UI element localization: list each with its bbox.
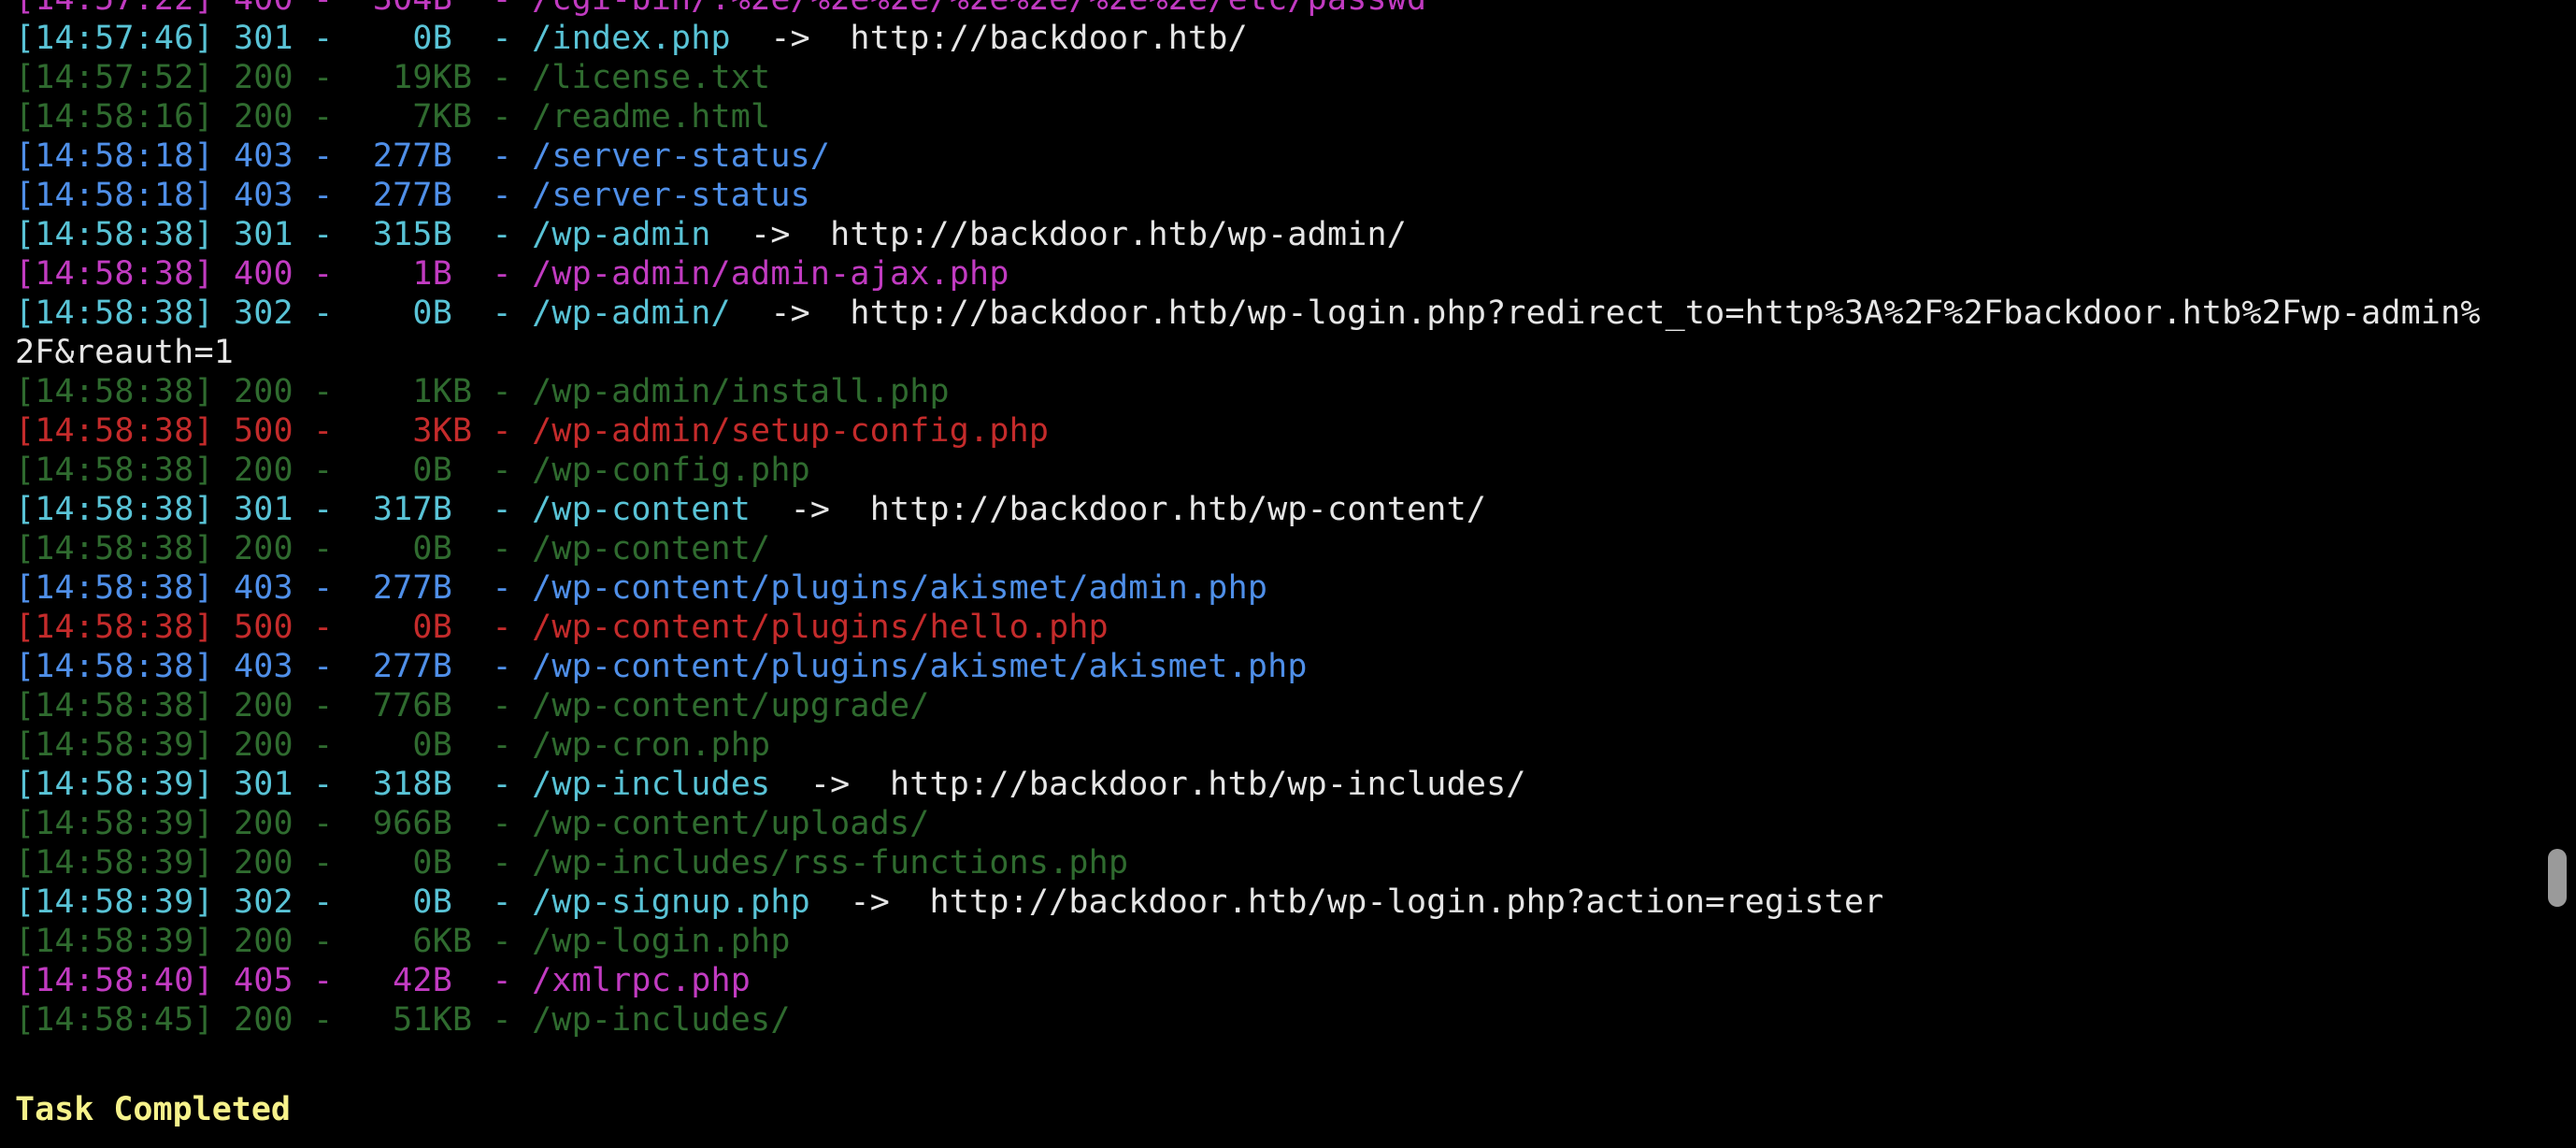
output-line-text: [14:58:45] 200 - 51KB - /wp-includes/	[15, 1001, 791, 1039]
redirect-target: -> http://backdoor.htb/wp-login.php?acti…	[809, 883, 1884, 921]
output-line: [14:58:38] 200 - 0B - /wp-content/	[15, 529, 2481, 568]
output-line-text: [14:58:39] 301 - 318B - /wp-includes	[15, 766, 771, 803]
output-line-text: [14:58:16] 200 - 7KB - /readme.html	[15, 98, 771, 136]
output-line: [14:57:22] 400 - 304B - /cgi-bin/.%2e/%2…	[15, 0, 2481, 19]
redirect-target: -> http://backdoor.htb/wp-content/	[751, 491, 1487, 528]
output-line: [14:58:40] 405 - 42B - /xmlrpc.php	[15, 961, 2481, 1000]
output-line-text: [14:58:38] 400 - 1B - /wp-admin/admin-aj…	[15, 255, 1009, 293]
output-line: 2F&reauth=1	[15, 333, 2481, 372]
output-line-text: 2F&reauth=1	[15, 334, 234, 371]
output-line: [14:58:38] 302 - 0B - /wp-admin/ -> http…	[15, 294, 2481, 333]
output-line-text: [14:58:40] 405 - 42B - /xmlrpc.php	[15, 962, 751, 999]
output-line-text: [14:58:38] 403 - 277B - /wp-content/plug…	[15, 648, 1308, 685]
output-line-text: [14:58:38] 500 - 0B - /wp-content/plugin…	[15, 609, 1109, 646]
scan-output: [14:57:22] 400 - 304B - /cgi-bin/.%2e/%2…	[15, 0, 2481, 1040]
redirect-target: -> http://backdoor.htb/wp-login.php?redi…	[730, 294, 2481, 332]
output-line: [14:58:38] 400 - 1B - /wp-admin/admin-aj…	[15, 254, 2481, 294]
output-line: [14:58:38] 500 - 0B - /wp-content/plugin…	[15, 608, 2481, 647]
output-line: [14:58:38] 301 - 317B - /wp-content -> h…	[15, 490, 2481, 529]
output-line-text: [14:58:38] 301 - 315B - /wp-admin	[15, 216, 711, 253]
output-line: [14:58:18] 403 - 277B - /server-status/	[15, 136, 2481, 176]
output-line-text: [14:58:38] 301 - 317B - /wp-content	[15, 491, 751, 528]
scrollbar-thumb[interactable]	[2548, 849, 2567, 907]
output-line: [14:58:39] 200 - 0B - /wp-includes/rss-f…	[15, 843, 2481, 883]
output-line-text: [14:58:38] 200 - 776B - /wp-content/upgr…	[15, 687, 930, 725]
output-line: [14:58:45] 200 - 51KB - /wp-includes/	[15, 1000, 2481, 1040]
output-line: [14:58:38] 301 - 315B - /wp-admin -> htt…	[15, 215, 2481, 254]
output-line-text: [14:58:38] 200 - 1KB - /wp-admin/install…	[15, 373, 950, 410]
redirect-target: -> http://backdoor.htb/wp-admin/	[710, 216, 1408, 253]
output-line: [14:58:39] 301 - 318B - /wp-includes -> …	[15, 765, 2481, 804]
output-line: [14:58:39] 302 - 0B - /wp-signup.php -> …	[15, 883, 2481, 922]
output-line: [14:58:38] 500 - 3KB - /wp-admin/setup-c…	[15, 411, 2481, 451]
output-line-text: [14:57:22] 400 - 304B - /cgi-bin/.%2e/%2…	[15, 0, 1426, 18]
output-line-text: [14:58:38] 302 - 0B - /wp-admin/	[15, 294, 731, 332]
output-line: [14:58:16] 200 - 7KB - /readme.html	[15, 97, 2481, 136]
redirect-target: -> http://backdoor.htb/	[730, 20, 1248, 57]
output-line-text: [14:58:39] 200 - 6KB - /wp-login.php	[15, 923, 791, 960]
redirect-target: -> http://backdoor.htb/wp-includes/	[770, 766, 1526, 803]
output-line: [14:57:52] 200 - 19KB - /license.txt	[15, 58, 2481, 97]
output-line: [14:58:39] 200 - 6KB - /wp-login.php	[15, 922, 2481, 961]
output-line: [14:58:39] 200 - 966B - /wp-content/uplo…	[15, 804, 2481, 843]
output-line: [14:58:38] 200 - 0B - /wp-config.php	[15, 451, 2481, 490]
output-line: [14:58:39] 200 - 0B - /wp-cron.php	[15, 725, 2481, 765]
output-line-text: [14:57:46] 301 - 0B - /index.php	[15, 20, 731, 57]
output-line-text: [14:58:18] 403 - 277B - /server-status/	[15, 137, 831, 175]
terminal-window[interactable]: [14:57:22] 400 - 304B - /cgi-bin/.%2e/%2…	[0, 0, 2542, 1148]
task-completed-message: Task Completed	[15, 1091, 292, 1128]
output-line-text: [14:58:39] 200 - 0B - /wp-cron.php	[15, 726, 771, 764]
output-line-text: [14:58:38] 403 - 277B - /wp-content/plug…	[15, 569, 1268, 607]
output-line-text: [14:58:39] 200 - 0B - /wp-includes/rss-f…	[15, 844, 1129, 882]
output-line-text: [14:58:38] 200 - 0B - /wp-content/	[15, 530, 771, 567]
output-line-text: [14:58:39] 302 - 0B - /wp-signup.php	[15, 883, 810, 921]
output-line-text: [14:58:39] 200 - 966B - /wp-content/uplo…	[15, 805, 930, 842]
output-line: [14:58:38] 403 - 277B - /wp-content/plug…	[15, 647, 2481, 686]
output-line: [14:58:38] 200 - 776B - /wp-content/upgr…	[15, 686, 2481, 725]
scrollbar[interactable]	[2546, 0, 2572, 1148]
output-line-text: [14:58:38] 500 - 3KB - /wp-admin/setup-c…	[15, 412, 1050, 450]
output-line: [14:58:38] 403 - 277B - /wp-content/plug…	[15, 568, 2481, 608]
output-line-text: [14:58:38] 200 - 0B - /wp-config.php	[15, 452, 810, 489]
output-line: [14:58:18] 403 - 277B - /server-status	[15, 176, 2481, 215]
output-line: [14:57:46] 301 - 0B - /index.php -> http…	[15, 19, 2481, 58]
output-line-text: [14:57:52] 200 - 19KB - /license.txt	[15, 59, 771, 96]
output-line-text: [14:58:18] 403 - 277B - /server-status	[15, 177, 810, 214]
output-line: [14:58:38] 200 - 1KB - /wp-admin/install…	[15, 372, 2481, 411]
